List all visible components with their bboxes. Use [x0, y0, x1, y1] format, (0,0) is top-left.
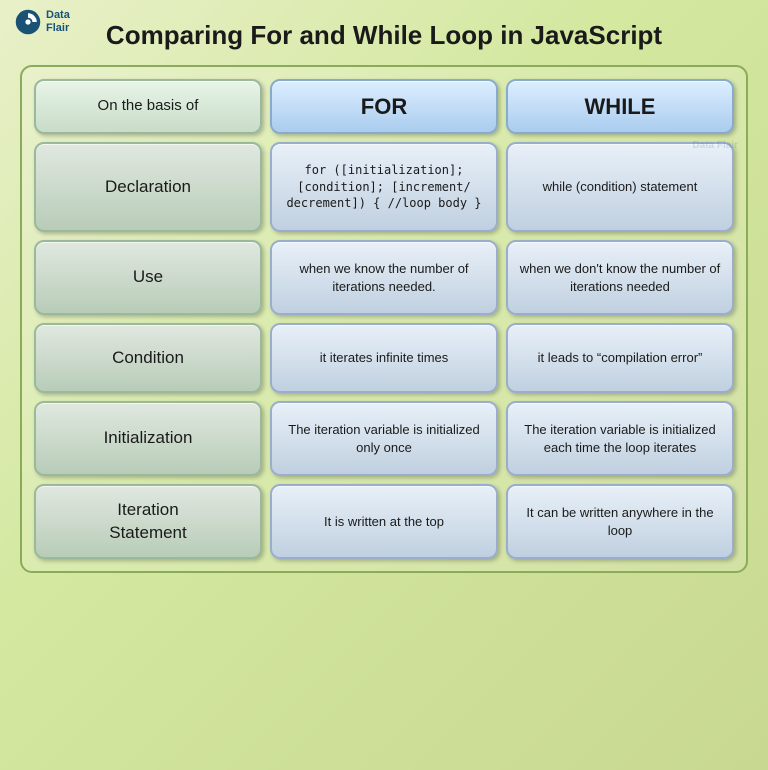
row-declaration: Declaration for ([initialization]; [cond…: [34, 142, 734, 232]
row-condition: Condition it iterates infinite times it …: [34, 323, 734, 393]
header-basis: On the basis of: [34, 79, 262, 134]
row-iteration: Iteration Statement It is written at the…: [34, 484, 734, 559]
row-use: Use when we know the number of iteration…: [34, 240, 734, 315]
label-initialization: Initialization: [34, 401, 262, 476]
while-initialization: The iteration variable is initialized ea…: [506, 401, 734, 476]
for-condition: it iterates infinite times: [270, 323, 498, 393]
while-condition: it leads to “compilation error”: [506, 323, 734, 393]
for-iteration: It is written at the top: [270, 484, 498, 559]
watermark: Data Flair: [692, 140, 738, 151]
row-initialization: Initialization The iteration variable is…: [34, 401, 734, 476]
comparison-table: On the basis of FOR WHILE Declaration fo…: [20, 65, 748, 573]
header-while: WHILE: [506, 79, 734, 134]
while-iteration: It can be written anywhere in the loop: [506, 484, 734, 559]
label-use: Use: [34, 240, 262, 315]
while-use: when we don't know the number of iterati…: [506, 240, 734, 315]
for-initialization: The iteration variable is initialized on…: [270, 401, 498, 476]
while-declaration: while (condition) statement: [506, 142, 734, 232]
logo: Data Flair: [14, 8, 70, 36]
label-iteration: Iteration Statement: [34, 484, 262, 559]
header-row: On the basis of FOR WHILE: [34, 79, 734, 134]
label-condition: Condition: [34, 323, 262, 393]
for-use: when we know the number of iterations ne…: [270, 240, 498, 315]
label-declaration: Declaration: [34, 142, 262, 232]
page-title: Comparing For and While Loop in JavaScri…: [106, 20, 662, 51]
header-for: FOR: [270, 79, 498, 134]
for-declaration: for ([initialization]; [condition]; [inc…: [270, 142, 498, 232]
